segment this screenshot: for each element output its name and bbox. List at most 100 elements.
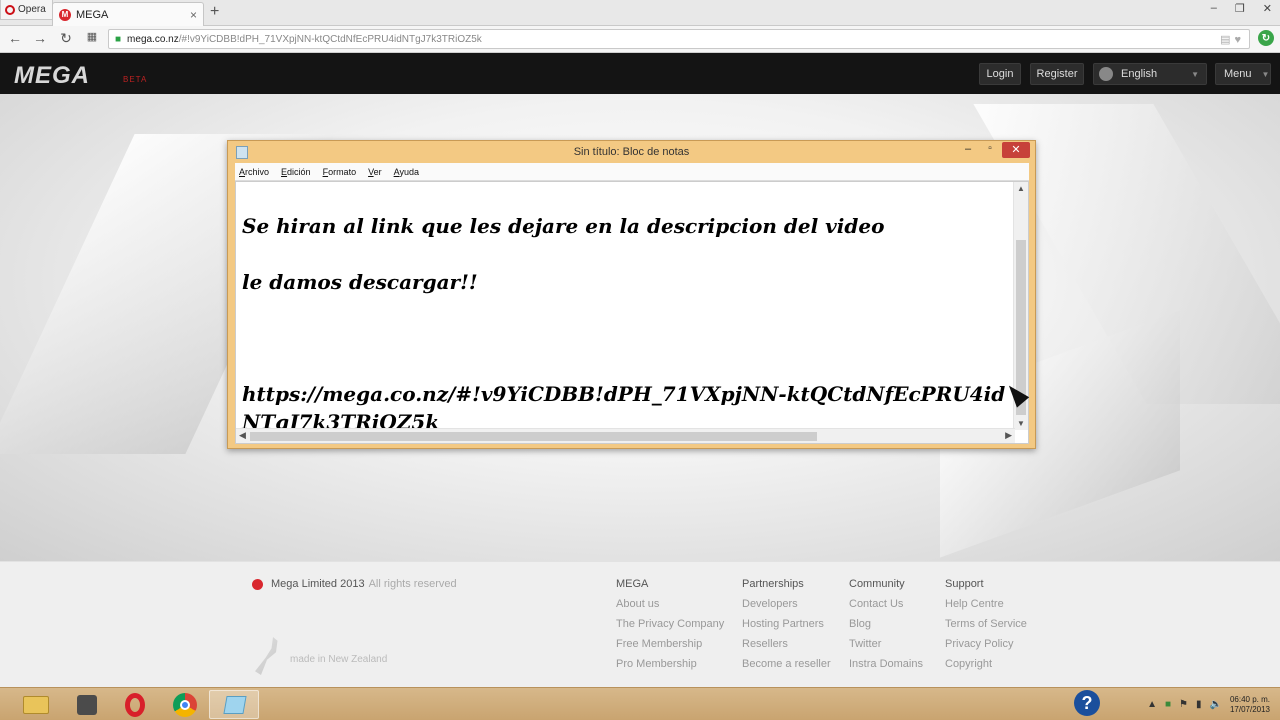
tab-mega[interactable]: M MEGA × [52,2,204,26]
menu-archivo[interactable]: Archivo [239,167,269,177]
minimize-icon[interactable]: ‒ [958,143,978,159]
opera-label: Opera [18,4,46,15]
mega-logo-icon [252,578,263,590]
footer-heading: Support [945,578,984,590]
new-tab-button[interactable]: + [210,3,219,21]
footer-link[interactable]: Twitter [849,638,923,658]
login-button[interactable]: Login [979,63,1021,85]
scroll-right-icon[interactable]: ▶ [1005,430,1012,441]
scroll-down-icon[interactable]: ▼ [1017,419,1025,428]
footer-link[interactable]: Contact Us [849,598,923,618]
tab-title: MEGA [76,8,109,21]
footer-link[interactable]: Help Centre [945,598,1027,618]
footer-heading: Community [849,578,905,590]
scroll-thumb[interactable] [250,432,817,441]
footer-link[interactable]: Free Membership [616,638,724,658]
mega-header: MEGA BETA Login Register English ▼ Menu … [0,53,1280,94]
new-zealand-icon [255,637,278,675]
footer-link[interactable]: Hosting Partners [742,618,831,638]
chrome-icon[interactable] [160,690,210,719]
browser-tab-bar: Opera M MEGA × + – ❐ ✕ [0,0,1280,26]
footer-link[interactable]: Become a reseller [742,658,831,678]
footer-column-community: Community Contact Us Blog Twitter Instra… [849,578,923,678]
address-bar[interactable]: ■ mega.co.nz /#!v9YiCDBB!dPH_71VXpjNN-kt… [108,29,1250,49]
file-explorer-icon[interactable] [10,690,60,719]
back-icon[interactable]: ← [6,30,24,46]
copyright-text: Mega Limited 2013 [271,578,365,590]
url-path: /#!v9YiCDBB!dPH_71VXpjNN-ktQCtdNfEcPRU4i… [178,33,482,45]
menu-ayuda[interactable]: Ayuda [394,167,419,177]
menu-formato[interactable]: Formato [323,167,357,177]
footer-link[interactable]: The Privacy Company [616,618,724,638]
horizontal-scrollbar[interactable]: ◀ ▶ [236,428,1015,443]
notepad-menubar: Archivo Edición Formato Ver Ayuda [235,163,1029,181]
volume-icon[interactable]: 🔈 [1210,699,1222,710]
menu-label: Menu [1224,68,1252,80]
url-host: mega.co.nz [127,33,179,45]
speed-dial-icon[interactable]: ▦ [83,30,101,43]
opera-update-icon[interactable]: ↻ [1258,30,1274,46]
reload-icon[interactable]: ↻ [57,30,75,47]
footer-link[interactable]: Terms of Service [945,618,1027,638]
footer-link[interactable]: Privacy Policy [945,638,1027,658]
copyright: Mega Limited 2013 All rights reserved [252,578,457,590]
register-button[interactable]: Register [1030,63,1084,85]
clock-time: 06:40 p. m. [1229,694,1270,704]
footer-heading: MEGA [616,578,649,590]
close-tab-icon[interactable]: × [190,8,197,22]
show-hidden-icons-icon[interactable]: ▲ [1147,699,1157,710]
footer-link[interactable]: Resellers [742,638,831,658]
menu-button[interactable]: Menu ▼ [1215,63,1271,85]
footer-link[interactable]: Instra Domains [849,658,923,678]
menu-ver[interactable]: Ver [368,167,382,177]
footer-link[interactable]: Copyright [945,658,1027,678]
clock[interactable]: 06:40 p. m. 17/07/2013 [1230,695,1270,715]
network-icon[interactable]: ▮ [1196,699,1202,710]
opera-icon [5,4,15,15]
tray-app-icon[interactable]: ■ [1165,699,1171,710]
made-in-text: made in New Zealand [290,654,388,665]
footer-link[interactable]: Developers [742,598,831,618]
minimize-icon[interactable]: – [1211,2,1217,14]
notepad-content[interactable]: Se hiran al link que les dejare en la de… [242,212,1012,436]
rights-text: All rights reserved [368,578,457,590]
notepad-window: Sin título: Bloc de notas ‒ ▫ ✕ Archivo … [227,140,1036,449]
forward-icon[interactable]: → [31,30,49,46]
footer-column-partnerships: Partnerships Developers Hosting Partners… [742,578,831,678]
footer-column-mega: MEGA About us The Privacy Company Free M… [616,578,724,678]
footer-heading: Partnerships [742,578,804,590]
chevron-down-icon: ▼ [1191,69,1199,79]
scroll-left-icon[interactable]: ◀ [239,430,246,441]
footer-link[interactable]: About us [616,598,724,618]
language-select[interactable]: English ▼ [1093,63,1207,85]
chevron-down-icon: ▼ [1261,69,1270,79]
menu-edicion[interactable]: Edición [281,167,311,177]
system-tray: ▲ ■ ⚑ ▮ 🔈 06:40 p. m. 17/07/2013 [1147,690,1270,719]
footer-column-support: Support Help Centre Terms of Service Pri… [945,578,1027,678]
windows-taskbar: ? ▲ ■ ⚑ ▮ 🔈 06:40 p. m. 17/07/2013 [0,687,1280,720]
footer-link[interactable]: Pro Membership [616,658,724,678]
footer-link[interactable]: Blog [849,618,923,638]
language-label: English [1121,68,1158,80]
close-window-icon[interactable]: ✕ [1263,2,1272,15]
mega-logo[interactable]: MEGA [14,62,90,90]
maximize-icon[interactable]: ▫ [980,143,1000,159]
opera-menu-button[interactable]: Opera [0,0,53,20]
lock-icon: ■ [115,33,122,45]
clock-date: 17/07/2013 [1229,704,1270,714]
notepad-taskbar-icon[interactable] [209,690,259,719]
opera-taskbar-icon[interactable] [111,690,161,719]
notepad-text-area[interactable]: Se hiran al link que les dejare en la de… [235,181,1029,444]
notepad-title: Sin título: Bloc de notas [573,146,690,158]
help-icon[interactable]: ? [1074,690,1100,716]
flag-icon[interactable]: ⚑ [1179,699,1188,710]
globe-icon [1099,67,1113,81]
address-bar-icons[interactable]: ▤♥ [1220,33,1245,46]
navigation-bar: ← → ↻ ▦ ■ mega.co.nz /#!v9YiCDBB!dPH_71V… [0,26,1280,53]
mega-footer: Mega Limited 2013 All rights reserved ma… [0,561,1280,687]
app-icon[interactable] [62,690,112,719]
mega-favicon-icon: M [59,8,71,21]
restore-icon[interactable]: ❐ [1235,2,1245,15]
scroll-up-icon[interactable]: ▲ [1017,184,1025,193]
close-icon[interactable]: ✕ [1002,142,1030,158]
